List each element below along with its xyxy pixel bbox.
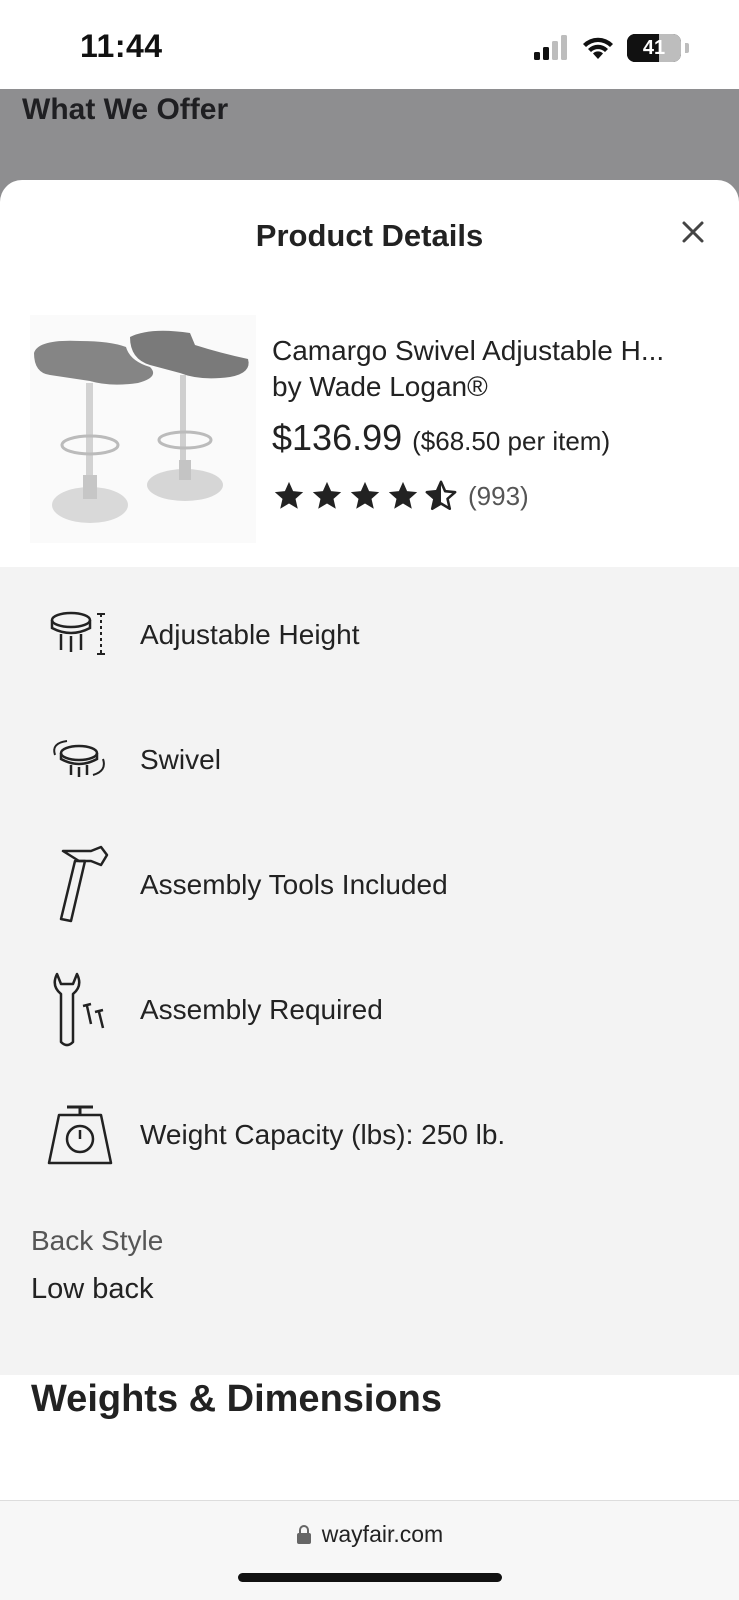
star-full-icon: [350, 481, 380, 509]
wifi-icon: [583, 37, 613, 59]
status-time: 11:44: [80, 28, 163, 64]
feature-item: Swivel: [0, 715, 739, 805]
back-style-label: Back Style: [31, 1225, 164, 1256]
product-name[interactable]: Camargo Swivel Adjustable H...: [272, 333, 712, 369]
star-full-icon: [388, 481, 418, 509]
feature-item: Weight Capacity (lbs): 250 lb.: [0, 1090, 739, 1180]
product-info: Camargo Swivel Adjustable H... by Wade L…: [272, 333, 732, 513]
feature-item: Adjustable Height: [0, 590, 739, 680]
lock-icon: [296, 1524, 311, 1544]
battery-nub: [685, 43, 689, 53]
feature-item: Assembly Tools Included: [0, 840, 739, 930]
cellular-signal-icon: [534, 35, 567, 60]
feature-label: Adjustable Height: [140, 619, 360, 650]
feature-label: Assembly Required: [140, 994, 383, 1025]
features-section: Adjustable Height Swivel Assembly Tools …: [0, 567, 739, 1375]
hammer-icon: [40, 845, 120, 925]
feature-label: Assembly Tools Included: [140, 869, 448, 900]
weights-dimensions-heading[interactable]: Weights & Dimensions: [31, 1378, 442, 1421]
home-indicator[interactable]: [238, 1573, 502, 1582]
battery-level: 41: [642, 36, 666, 59]
back-style-value: Low back: [31, 1273, 154, 1305]
product-summary: Camargo Swivel Adjustable H... by Wade L…: [30, 315, 720, 545]
scale-icon: [40, 1095, 120, 1175]
url-bar[interactable]: wayfair.com: [0, 1500, 739, 1600]
star-half-icon: [425, 480, 457, 511]
product-details-sheet: Product Details Camargo Swivel Adjustabl…: [0, 180, 739, 1500]
rating-row[interactable]: (993): [272, 479, 732, 513]
price-per-item: ($68.50 per item): [412, 426, 611, 456]
star-full-icon: [274, 481, 304, 509]
adjustable-height-icon: [40, 595, 120, 675]
feature-label: Swivel: [140, 744, 221, 775]
status-bar: 11:44 41: [0, 0, 739, 89]
swivel-icon: [40, 720, 120, 800]
sheet-title: Product Details: [255, 218, 484, 253]
price-row: $136.99 ($68.50 per item): [272, 417, 732, 459]
star-full-icon: [312, 481, 342, 509]
close-icon: [682, 221, 704, 243]
product-brand: by Wade Logan®: [272, 371, 488, 402]
backdrop-title: What We Offer: [22, 93, 229, 126]
url-text: wayfair.com: [321, 1521, 444, 1547]
product-price: $136.99: [272, 417, 403, 458]
feature-item: Assembly Required: [0, 965, 739, 1055]
status-icons: 41: [533, 34, 689, 62]
product-image: [30, 315, 256, 543]
bar-stools-image: [34, 330, 249, 523]
battery-icon: 41: [627, 34, 681, 62]
close-button[interactable]: [675, 214, 711, 250]
feature-label: Weight Capacity (lbs): 250 lb.: [140, 1119, 506, 1150]
wrench-icon: [40, 970, 120, 1050]
review-count[interactable]: (993): [468, 481, 529, 512]
url-wrap: wayfair.com: [0, 1521, 739, 1548]
